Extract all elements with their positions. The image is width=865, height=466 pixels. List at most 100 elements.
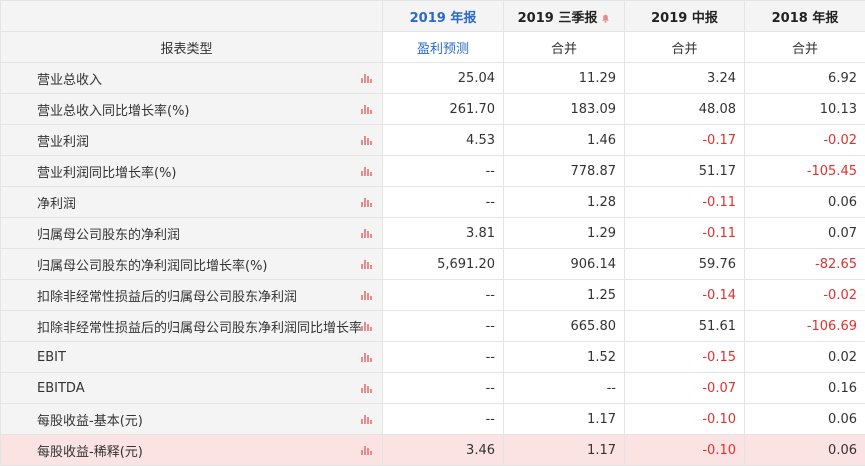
row-label: 每股收益-基本(元) [1,404,383,435]
report-type-row: 报表类型 盈利预测 合并 合并 合并 [1,32,865,63]
bar-chart-icon[interactable] [361,383,372,393]
value-cell: 0.02 [745,342,865,373]
value-cell: -- [383,404,504,435]
bar-chart-icon[interactable] [361,259,372,269]
value-cell: -0.11 [625,218,745,249]
header-col-2019-annual[interactable]: 2019 年报 [383,1,504,32]
bar-chart-icon[interactable] [361,321,372,331]
table-row[interactable]: 归属母公司股东的净利润同比增长率(%)5,691.20906.1459.76-8… [1,249,865,280]
value-cell: -105.45 [745,156,865,187]
value-cell: 25.04 [383,63,504,94]
value-cell: 0.07 [745,218,865,249]
value-cell: 906.14 [504,249,625,280]
bar-chart-icon[interactable] [361,445,372,455]
table-row[interactable]: EBITDA-----0.070.16 [1,373,865,404]
value-cell: 1.52 [504,342,625,373]
value-cell: 1.46 [504,125,625,156]
row-label: 营业利润 [1,125,383,156]
value-cell: 1.17 [504,435,625,466]
value-cell: 10.13 [745,94,865,125]
value-cell: 1.29 [504,218,625,249]
value-cell: 3.46 [383,435,504,466]
value-cell: 3.81 [383,218,504,249]
value-cell: -- [383,187,504,218]
value-cell: -- [383,280,504,311]
financial-table: 2019 年报 2019 三季报 2019 中报 2018 年报 报表类型 盈利… [0,0,865,466]
row-label: 营业总收入同比增长率(%) [1,94,383,125]
value-cell: -0.15 [625,342,745,373]
value-cell: 1.25 [504,280,625,311]
header-col-2018-annual[interactable]: 2018 年报 [745,1,865,32]
value-cell: 48.08 [625,94,745,125]
table-row[interactable]: 每股收益-基本(元)--1.17-0.100.06 [1,404,865,435]
value-cell: 3.24 [625,63,745,94]
value-cell: 0.16 [745,373,865,404]
table-row[interactable]: EBIT--1.52-0.150.02 [1,342,865,373]
header-blank [1,1,383,32]
table-row[interactable]: 归属母公司股东的净利润3.811.29-0.110.07 [1,218,865,249]
row-label: 每股收益-稀释(元) [1,435,383,466]
value-cell: -- [383,373,504,404]
table-row[interactable]: 营业利润4.531.46-0.17-0.02 [1,125,865,156]
header-col-2019-q3[interactable]: 2019 三季报 [504,1,625,32]
bar-chart-icon[interactable] [361,104,372,114]
value-cell: 1.28 [504,187,625,218]
row-label: 营业总收入 [1,63,383,94]
table-row[interactable]: 营业利润同比增长率(%)--778.8751.17-105.45 [1,156,865,187]
value-cell: 0.06 [745,187,865,218]
table-row[interactable]: 净利润--1.28-0.110.06 [1,187,865,218]
bar-chart-icon[interactable] [361,414,372,424]
row-label: 归属母公司股东的净利润同比增长率(%) [1,249,383,280]
row-label: EBITDA [1,373,383,404]
value-cell: -0.11 [625,187,745,218]
value-cell: 4.53 [383,125,504,156]
value-cell: -0.02 [745,280,865,311]
table-row[interactable]: 扣除非经常性损益后的归属母公司股东净利润--1.25-0.14-0.02 [1,280,865,311]
value-cell: 665.80 [504,311,625,342]
table-row[interactable]: 营业总收入25.0411.293.246.92 [1,63,865,94]
row-label: 扣除非经常性损益后的归属母公司股东净利润 [1,280,383,311]
bar-chart-icon[interactable] [361,166,372,176]
bar-chart-icon[interactable] [361,228,372,238]
value-cell: -0.14 [625,280,745,311]
table-row[interactable]: 每股收益-稀释(元)3.461.17-0.100.06 [1,435,865,466]
table-row[interactable]: 营业总收入同比增长率(%)261.70183.0948.0810.13 [1,94,865,125]
value-cell: -0.07 [625,373,745,404]
value-cell: 1.17 [504,404,625,435]
value-cell: 11.29 [504,63,625,94]
bar-chart-icon[interactable] [361,352,372,362]
value-cell: 51.61 [625,311,745,342]
bar-chart-icon[interactable] [361,197,372,207]
value-cell: -0.10 [625,404,745,435]
header-col-2019-mid[interactable]: 2019 中报 [625,1,745,32]
report-type-cell: 盈利预测 [383,32,504,63]
row-label: EBIT [1,342,383,373]
bar-chart-icon[interactable] [361,73,372,83]
row-label: 营业利润同比增长率(%) [1,156,383,187]
table-row[interactable]: 扣除非经常性损益后的归属母公司股东净利润同比增长率--665.8051.61-1… [1,311,865,342]
value-cell: -0.10 [625,435,745,466]
value-cell: 0.06 [745,404,865,435]
value-cell: -- [504,373,625,404]
value-cell: -106.69 [745,311,865,342]
value-cell: 59.76 [625,249,745,280]
value-cell: 5,691.20 [383,249,504,280]
row-label: 净利润 [1,187,383,218]
value-cell: 183.09 [504,94,625,125]
value-cell: 0.06 [745,435,865,466]
value-cell: -82.65 [745,249,865,280]
bar-chart-icon[interactable] [361,135,372,145]
report-type-cell: 合并 [745,32,865,63]
report-type-cell: 合并 [504,32,625,63]
row-label: 归属母公司股东的净利润 [1,218,383,249]
bar-chart-icon[interactable] [361,290,372,300]
bell-icon[interactable] [601,14,610,23]
value-cell: -- [383,311,504,342]
value-cell: 51.17 [625,156,745,187]
header-row: 2019 年报 2019 三季报 2019 中报 2018 年报 [1,1,865,32]
report-type-cell: 合并 [625,32,745,63]
row-label: 报表类型 [1,32,383,63]
value-cell: 6.92 [745,63,865,94]
value-cell: -- [383,342,504,373]
value-cell: 778.87 [504,156,625,187]
